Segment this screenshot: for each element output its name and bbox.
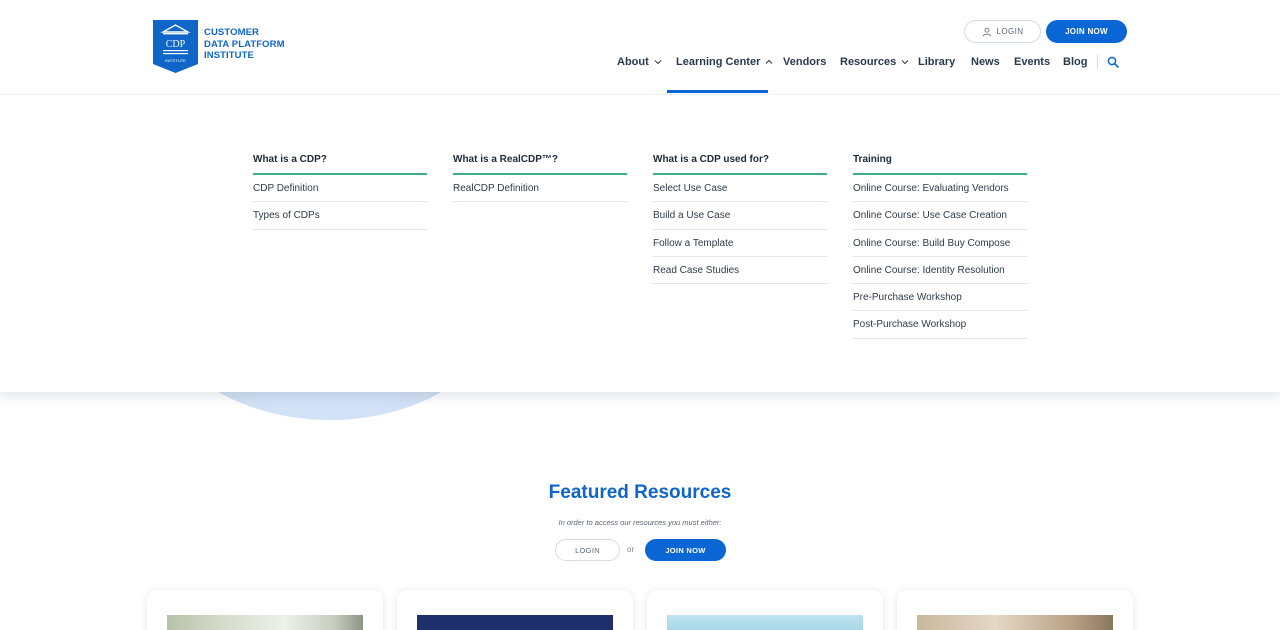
nav-item-about[interactable]: About	[617, 52, 662, 72]
menu-link[interactable]: Online Course: Evaluating Vendors	[853, 175, 1027, 203]
chevron-up-icon	[766, 59, 773, 64]
menu-link[interactable]: Types of CDPs	[253, 202, 427, 230]
main-nav: About Learning Center Vendors Resources …	[0, 52, 1280, 72]
nav-item-events[interactable]: Events	[1014, 52, 1050, 72]
menu-link[interactable]: Post-Purchase Workshop	[853, 311, 1027, 339]
nav-item-label: Events	[1014, 56, 1051, 68]
menu-column-heading[interactable]: What is a CDP used for?	[653, 147, 827, 175]
nav-item-learning-center[interactable]: Learning Center	[676, 52, 773, 72]
site-header: CDP INSTITUTE CUSTOMER DATA PLATFORM INS…	[0, 0, 1280, 94]
resource-card[interactable]	[147, 590, 383, 630]
featured-or-text: or	[627, 545, 635, 554]
menu-link[interactable]: Online Course: Build Buy Compose	[853, 230, 1027, 257]
nav-item-resources[interactable]: Resources	[840, 52, 909, 72]
nav-item-news[interactable]: News	[971, 52, 1000, 72]
logo-badge-text: CDP	[166, 39, 186, 50]
resource-card[interactable]	[647, 590, 883, 630]
header-login-button[interactable]: LOGIN	[964, 20, 1041, 43]
nav-item-label: Learning Center	[676, 56, 761, 68]
header-join-button[interactable]: JOIN NOW	[1046, 20, 1127, 43]
chevron-down-icon	[901, 60, 909, 65]
nav-item-label: Resources	[840, 56, 897, 68]
search-icon[interactable]	[1107, 56, 1119, 68]
resource-card-image	[167, 615, 363, 630]
resource-card[interactable]	[897, 590, 1133, 630]
logo-line-2: DATA PLATFORM	[204, 38, 285, 50]
nav-item-library[interactable]: Library	[918, 52, 955, 72]
featured-login-button[interactable]: LOGIN	[555, 539, 620, 561]
menu-link[interactable]: Online Course: Use Case Creation	[853, 202, 1027, 230]
learning-center-mega-menu: What is a CDP? CDP Definition Types of C…	[0, 94, 1280, 392]
header-join-label: JOIN NOW	[1065, 27, 1108, 36]
menu-link[interactable]: Online Course: Identity Resolution	[853, 257, 1027, 285]
featured-login-label: LOGIN	[575, 545, 600, 555]
menu-link[interactable]: Pre-Purchase Workshop	[853, 284, 1027, 312]
resource-card-image	[667, 615, 863, 630]
resource-card-image	[917, 615, 1113, 630]
menu-link[interactable]: Read Case Studies	[653, 257, 827, 285]
resource-card-image	[417, 615, 613, 630]
user-icon	[982, 27, 991, 36]
menu-column-training: Training Online Course: Evaluating Vendo…	[853, 147, 1027, 339]
nav-item-blog[interactable]: Blog	[1063, 52, 1087, 72]
menu-link[interactable]: Follow a Template	[653, 230, 827, 257]
nav-item-label: Vendors	[783, 56, 827, 68]
menu-link[interactable]: Select Use Case	[653, 175, 827, 203]
nav-item-label: About	[617, 56, 649, 68]
menu-column-heading[interactable]: Training	[853, 147, 1027, 175]
menu-column-realcdp: What is a RealCDP™? RealCDP Definition	[453, 147, 627, 203]
nav-item-vendors[interactable]: Vendors	[783, 52, 826, 72]
chevron-down-icon	[654, 60, 662, 65]
featured-resources-subtitle: In order to access our resources you mus…	[558, 518, 722, 527]
nav-divider	[1097, 55, 1098, 69]
nav-active-indicator	[667, 90, 768, 93]
featured-join-button[interactable]: JOIN NOW	[645, 539, 726, 561]
menu-column-what-is-cdp: What is a CDP? CDP Definition Types of C…	[253, 147, 427, 230]
menu-link[interactable]: CDP Definition	[253, 175, 427, 203]
menu-link[interactable]: RealCDP Definition	[453, 175, 627, 203]
featured-join-label: JOIN NOW	[665, 545, 706, 555]
menu-link[interactable]: Build a Use Case	[653, 202, 827, 230]
menu-column-heading[interactable]: What is a CDP?	[253, 147, 427, 175]
header-login-label: LOGIN	[996, 27, 1024, 36]
nav-item-label: News	[971, 56, 1000, 68]
nav-item-label: Blog	[1063, 56, 1088, 68]
menu-column-heading[interactable]: What is a RealCDP™?	[453, 147, 627, 175]
nav-item-label: Library	[918, 56, 956, 68]
featured-resources-title: Featured Resources	[548, 482, 732, 503]
menu-column-cdp-used-for: What is a CDP used for? Select Use Case …	[653, 147, 827, 285]
resource-card[interactable]	[397, 590, 633, 630]
logo-line-1: CUSTOMER	[204, 27, 259, 38]
